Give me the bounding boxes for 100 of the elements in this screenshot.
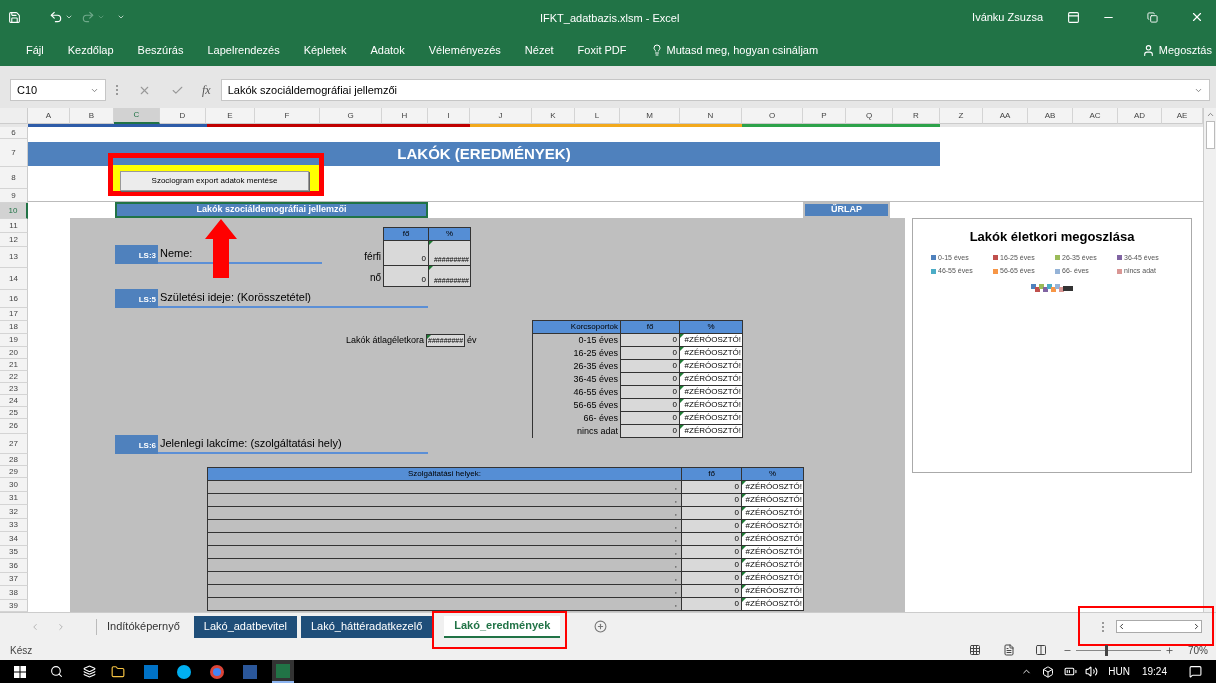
table-cell: #ZÉRÓOSZTÓ!: [742, 533, 804, 546]
pie-chart-drawing: [1031, 282, 1073, 293]
table-cell: #ZÉRÓOSZTÓ!: [742, 520, 804, 533]
error-marker-icon: [427, 335, 432, 339]
table-cell: ,: [208, 481, 682, 494]
table-cell: 0: [682, 572, 742, 585]
ribbon-tab[interactable]: Véleményezés: [428, 41, 501, 59]
column-header[interactable]: AB: [1028, 108, 1073, 124]
ribbon-tab[interactable]: Képletek: [303, 41, 347, 59]
zoom-level[interactable]: 70%: [1188, 642, 1208, 658]
insert-function-button[interactable]: fx: [202, 81, 211, 99]
scroll-up-icon[interactable]: [1205, 110, 1215, 119]
table-cell: #ZÉRÓOSZTÓ!: [680, 399, 743, 412]
notification-icon[interactable]: [1189, 665, 1202, 678]
section-title: Jelenlegi lakcíme: (szolgáltatási hely): [158, 435, 428, 454]
table-cell: ,: [208, 546, 682, 559]
form-button[interactable]: ŰRLAP: [803, 202, 890, 218]
scroll-left-icon[interactable]: [1117, 622, 1126, 631]
volume-icon[interactable]: [1085, 665, 1099, 678]
table-cell: #ZÉRÓOSZTÓ!: [742, 559, 804, 572]
table-cell: 0: [682, 559, 742, 572]
horizontal-scrollbar[interactable]: [1116, 620, 1202, 633]
share-button[interactable]: Megosztás: [1141, 41, 1212, 59]
close-icon[interactable]: [1190, 10, 1204, 24]
column-header: fő: [682, 468, 742, 481]
section-header: Lakók szociáldemográfiai jellemzői: [115, 202, 428, 218]
table-cell: ,: [208, 572, 682, 585]
column-header[interactable]: C: [114, 108, 160, 124]
column-header: Korcsoportok: [533, 321, 621, 334]
table-cell: ,: [208, 507, 682, 520]
name-box[interactable]: C10: [10, 79, 106, 101]
scroll-thumb[interactable]: [1205, 121, 1215, 149]
sheet-tab[interactable]: Lakó_háttéradatkezelő: [300, 615, 433, 638]
sheet-title-banner: LAKÓK (EREDMÉNYEK): [28, 142, 940, 166]
row-label: férfi: [364, 250, 381, 264]
error-marker-icon: [680, 399, 684, 403]
ribbon-tab[interactable]: Fájl: [26, 41, 44, 59]
table-cell: #ZÉRÓOSZTÓ!: [742, 507, 804, 520]
formula-field[interactable]: Lakók szociáldemográfiai jellemzői: [220, 79, 1210, 101]
windows-logo-icon[interactable]: [14, 665, 26, 678]
error-marker-icon: [680, 347, 684, 351]
save-icon[interactable]: [8, 10, 21, 24]
ribbon-tab[interactable]: Lapelrendezés: [207, 41, 280, 59]
zoom-in-icon[interactable]: [1165, 645, 1174, 655]
row-header[interactable]: 10: [0, 203, 28, 219]
restore-icon[interactable]: [1147, 11, 1158, 23]
table-cell: ,: [208, 494, 682, 507]
sheet-tab[interactable]: Lakó_adatbevitel: [193, 615, 297, 638]
column-header: %: [429, 228, 471, 241]
language-indicator[interactable]: HUN: [1108, 664, 1130, 679]
table-cell: 0: [621, 360, 680, 373]
new-sheet-icon[interactable]: [594, 620, 608, 633]
table-cell: #ZÉRÓOSZTÓ!: [680, 347, 743, 360]
sheet-tab[interactable]: Lakó_eredmények: [444, 615, 561, 638]
vertical-scrollbar[interactable]: [1203, 108, 1216, 612]
page-layout-icon[interactable]: [1003, 644, 1015, 656]
table-cell: ,: [208, 559, 682, 572]
table-cell: 0: [621, 334, 680, 347]
section-code-label: LS:3: [115, 245, 158, 264]
table-cell: 0: [682, 507, 742, 520]
column-header: fő: [384, 228, 429, 241]
table-cell: #ZÉRÓOSZTÓ!: [742, 494, 804, 507]
clock[interactable]: 19:24: [1141, 664, 1167, 679]
ribbon-tab[interactable]: Adatok: [370, 41, 405, 59]
error-marker-icon: [742, 598, 746, 602]
column-header[interactable]: AC: [1073, 108, 1118, 124]
undo-icon[interactable]: [49, 10, 63, 24]
table-cell: 0: [682, 585, 742, 598]
table-cell: #ZÉRÓOSZTÓ!: [680, 360, 743, 373]
ribbon-tab[interactable]: Foxit PDF: [577, 41, 627, 59]
column-header[interactable]: AA: [983, 108, 1028, 124]
search-icon[interactable]: [50, 665, 63, 678]
window-title: IFKT_adatbazis.xlsm - Excel: [540, 11, 680, 26]
column-header[interactable]: Z: [940, 108, 983, 124]
ribbon-tab[interactable]: Nézet: [524, 41, 554, 59]
column-header[interactable]: AD: [1118, 108, 1162, 124]
export-button[interactable]: Szociogram export adatok mentése: [120, 171, 309, 191]
sheet-tab[interactable]: Indítóképernyő: [97, 615, 190, 638]
caret-icon[interactable]: [65, 13, 73, 21]
field-label: Lakók átlagéletkora: [346, 333, 425, 347]
column-header: fő: [621, 321, 680, 334]
taskbar-app-icon[interactable]: [272, 660, 294, 683]
page-break-icon[interactable]: [1035, 644, 1047, 656]
ribbon-display-icon[interactable]: [1067, 10, 1080, 24]
table-cell: 0: [682, 533, 742, 546]
normal-view-icon[interactable]: [969, 644, 981, 656]
zoom-thumb[interactable]: [1104, 644, 1108, 656]
ribbon-tab[interactable]: Beszúrás: [137, 41, 184, 59]
table-cell: 0: [384, 241, 429, 266]
table-cell: 0: [621, 399, 680, 412]
error-marker-icon: [742, 559, 746, 563]
battery-icon[interactable]: [1064, 665, 1078, 678]
task-view-icon[interactable]: [83, 665, 96, 678]
tell-me-field[interactable]: Mutasd meg, hogyan csináljam: [650, 41, 819, 59]
scroll-right-icon[interactable]: [1192, 622, 1201, 631]
table-cell: #ZÉRÓOSZTÓ!: [742, 585, 804, 598]
customize-icon[interactable]: [117, 13, 125, 21]
ribbon-tab[interactable]: Kezdőlap: [67, 41, 114, 59]
box-icon[interactable]: [1042, 665, 1055, 678]
error-marker-icon: [680, 360, 684, 364]
